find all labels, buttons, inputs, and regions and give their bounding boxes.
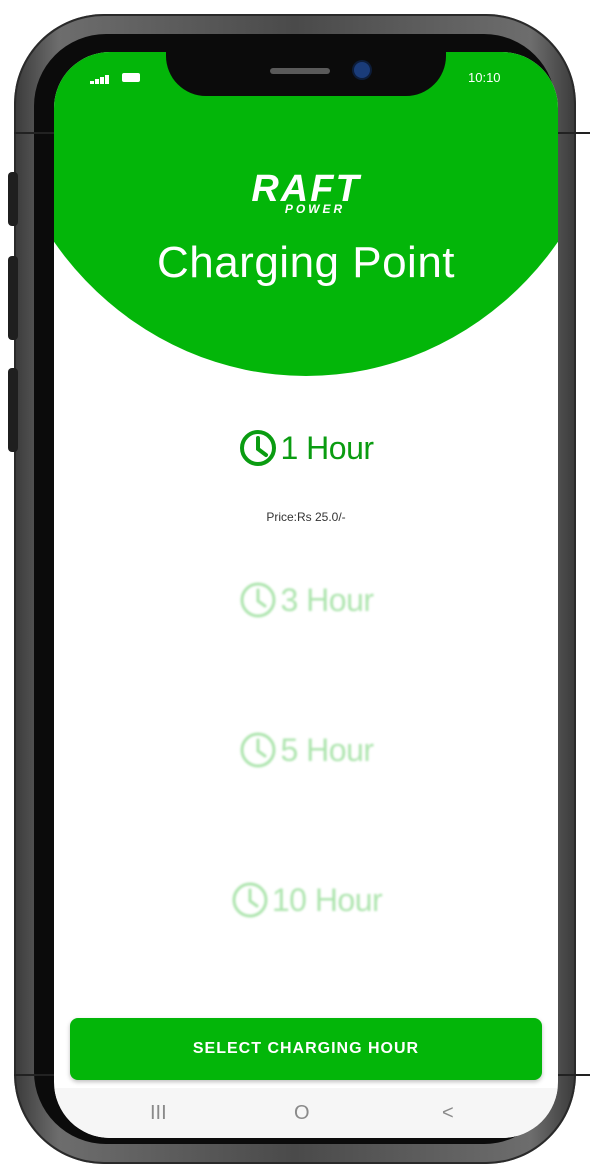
option-price: Price:Rs 25.0/- <box>266 510 346 524</box>
clock-icon <box>240 732 276 768</box>
frame-line <box>14 1074 54 1076</box>
page-title: Charging Point <box>156 238 456 287</box>
option-label: 5 Hour <box>280 731 374 768</box>
option-3-hour[interactable]: 3 Hour <box>54 580 558 620</box>
logo-sub: POWER <box>284 202 346 216</box>
clock-icon <box>240 582 276 618</box>
option-10-hour[interactable]: 10 Hour <box>54 880 558 920</box>
clock-icon <box>240 430 277 466</box>
status-icons <box>90 70 150 84</box>
home-icon[interactable]: O <box>294 1102 310 1125</box>
notch <box>166 52 446 96</box>
frame-line <box>556 1074 590 1076</box>
clock-icon <box>232 882 268 918</box>
status-time: 10:10 <box>468 70 501 85</box>
option-1-hour[interactable]: 1 Hour <box>54 428 558 468</box>
option-label: 1 Hour <box>280 429 374 466</box>
phone-screen: 10:10 RAFT POWER Charging Point 1 Hour P… <box>54 52 558 1138</box>
back-icon[interactable]: < <box>442 1102 454 1125</box>
recents-icon[interactable]: III <box>150 1102 167 1125</box>
side-button-middle <box>8 256 18 340</box>
frame-line <box>556 132 590 134</box>
brand-logo: RAFT POWER <box>54 170 558 216</box>
android-nav-bar: III O < <box>54 1088 558 1138</box>
option-label: 3 Hour <box>280 581 374 618</box>
battery-icon <box>122 73 140 82</box>
side-button-top <box>8 172 18 226</box>
camera <box>354 62 370 78</box>
frame-line <box>14 132 54 134</box>
option-label: 10 Hour <box>271 881 383 918</box>
side-button-bottom <box>8 368 18 452</box>
speaker <box>270 68 330 74</box>
select-charging-hour-button[interactable]: SELECT CHARGING HOUR <box>70 1018 542 1080</box>
option-5-hour[interactable]: 5 Hour <box>54 730 558 770</box>
